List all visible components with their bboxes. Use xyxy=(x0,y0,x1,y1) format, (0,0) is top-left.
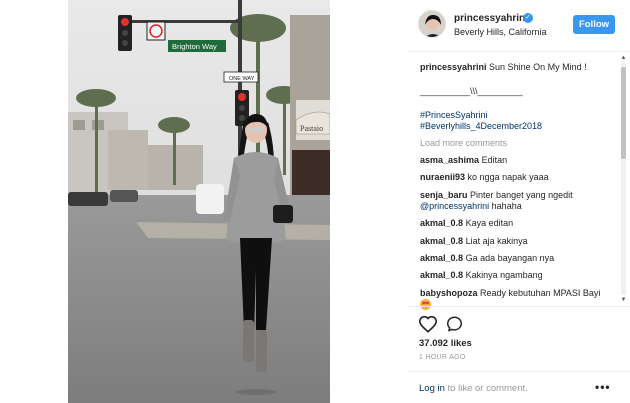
likes-count[interactable]: 37.092 likes xyxy=(419,338,472,349)
post-actions: 37.092 likes 1 HOUR AGO Log in to like o… xyxy=(408,306,630,403)
comment-mention-link[interactable]: @princessyahrini xyxy=(420,201,489,211)
follow-button[interactable]: Follow xyxy=(573,15,615,34)
scroll-thumb[interactable] xyxy=(621,67,626,159)
comment-username[interactable]: akmal_0.8 xyxy=(420,253,463,263)
login-prompt: Log in to like or comment. ••• xyxy=(408,371,630,403)
caption: princessyahrini Sun Shine On My Mind ! xyxy=(420,62,622,73)
comment-text: Kakinya ngambang xyxy=(465,270,543,281)
instagram-post-embed: Brighton Way ONE WAY Pastaio princessyah… xyxy=(0,0,630,403)
verified-badge-icon: ✓ xyxy=(523,13,533,23)
comment-text: Editan xyxy=(481,155,508,165)
comment-username[interactable]: senja_baru xyxy=(420,190,468,200)
caption-username[interactable]: princessyahrini xyxy=(420,62,487,72)
comment-text: ko ngga napak yaaa xyxy=(467,172,549,183)
street-scene-image: Brighton Way ONE WAY Pastaio xyxy=(68,0,330,403)
comment-text: Kaya editan xyxy=(465,218,514,229)
avatar-image xyxy=(419,11,445,37)
comment-text: hahaha xyxy=(489,200,522,211)
comment: akmal_0.8 Ga ada bayangan nya xyxy=(420,253,622,264)
storefront-sign-text: Pastaio xyxy=(300,124,323,133)
post-header: princessyahrini ✓ Beverly Hills, Califor… xyxy=(408,0,630,52)
comments-list: princessyahrini Sun Shine On My Mind ! _… xyxy=(408,52,622,310)
post-photo[interactable]: Brighton Way ONE WAY Pastaio xyxy=(68,0,330,403)
comment-username[interactable]: nuraenii93 xyxy=(420,172,465,182)
scroll-up-arrow-icon[interactable]: ▲ xyxy=(620,55,627,62)
one-way-sign-text: ONE WAY xyxy=(229,76,255,82)
comment: senja_baru Pinter banget yang ngedit @pr… xyxy=(420,190,622,212)
avatar[interactable] xyxy=(418,10,446,38)
comment-username[interactable]: asma_ashima xyxy=(420,155,479,165)
comment-username[interactable]: babyshopoza xyxy=(420,288,478,298)
comment-text: Pinter banget yang ngedit xyxy=(470,189,573,200)
hashtag-link[interactable]: #Beverlyhills_4December2018 xyxy=(420,121,622,132)
login-prompt-text: Log in to like or comment. xyxy=(419,383,528,394)
location-link[interactable]: Beverly Hills, California xyxy=(454,27,547,37)
username-link[interactable]: princessyahrini xyxy=(454,13,528,24)
scroll-down-arrow-icon[interactable]: ▼ xyxy=(620,297,627,304)
login-prompt-rest: to like or comment. xyxy=(444,383,528,394)
comment: nuraenii93 ko ngga napak yaaa xyxy=(420,172,622,183)
comment-text: Liat aja kakinya xyxy=(465,235,528,246)
heart-icon[interactable] xyxy=(418,315,438,333)
comment-text: Ga ada bayangan nya xyxy=(465,252,555,263)
login-link[interactable]: Log in xyxy=(419,383,445,394)
caption-divider: __________\\\_________ xyxy=(420,86,523,96)
comments-scrollbar[interactable]: ▲ ▼ xyxy=(619,55,627,305)
comment-bubble-icon[interactable] xyxy=(445,315,464,333)
caption-text: Sun Shine On My Mind ! xyxy=(489,62,587,72)
comment: akmal_0.8 Kakinya ngambang xyxy=(420,270,622,281)
comment: akmal_0.8 Kaya editan xyxy=(420,218,622,229)
hashtag-link[interactable]: #PrincesSyahrini xyxy=(420,110,622,121)
comment-username[interactable]: akmal_0.8 xyxy=(420,236,463,246)
more-options-icon[interactable]: ••• xyxy=(595,380,611,394)
comment-username[interactable]: akmal_0.8 xyxy=(420,218,463,228)
post-timestamp[interactable]: 1 HOUR AGO xyxy=(419,354,466,361)
comment: akmal_0.8 Liat aja kakinya xyxy=(420,236,622,247)
load-more-comments-button[interactable]: Load more comments xyxy=(420,138,622,149)
comment: asma_ashima Editan xyxy=(420,155,622,166)
street-sign-text: Brighton Way xyxy=(172,42,217,51)
comment-text: Ready kebutuhan MPASI Bayi xyxy=(480,287,601,298)
post-side-panel: princessyahrini ✓ Beverly Hills, Califor… xyxy=(408,0,630,403)
comment-username[interactable]: akmal_0.8 xyxy=(420,270,463,280)
